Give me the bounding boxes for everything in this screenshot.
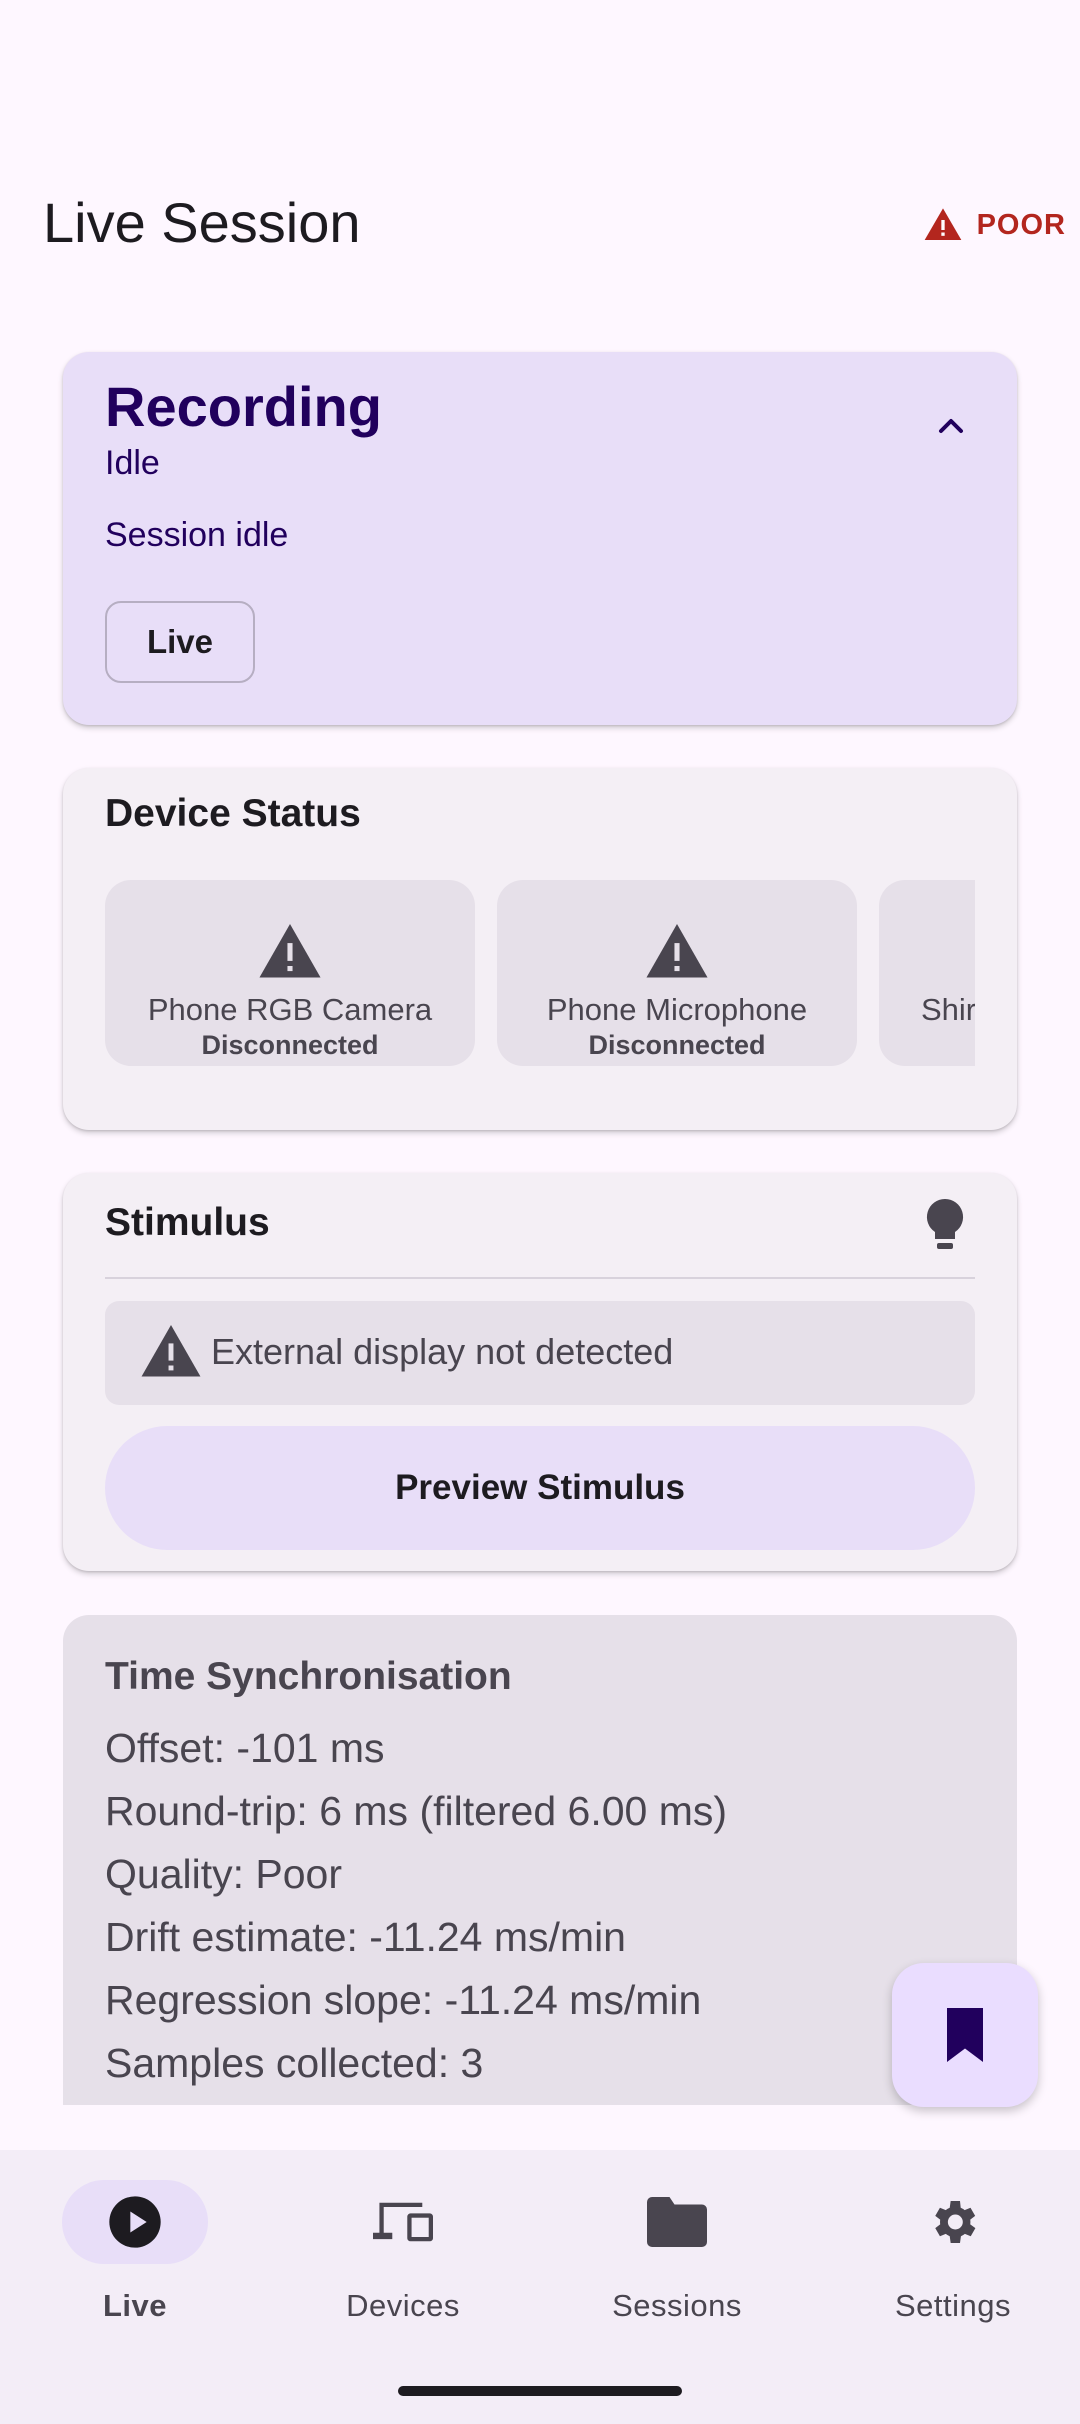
nav-item-live[interactable]: Live: [0, 2180, 270, 2340]
time-sync-card: Time Synchronisation Offset: -101 ms Rou…: [63, 1615, 1017, 2105]
nav-label: Settings: [894, 2288, 1011, 2323]
device-tile[interactable]: Phone Microphone Disconnected: [497, 880, 857, 1066]
nav-label: Sessions: [612, 2288, 742, 2323]
page-title: Live Session: [43, 191, 361, 254]
warning-icon: [141, 1325, 201, 1377]
time-sync-title: Time Synchronisation: [105, 1655, 512, 1698]
device-name: Shir: [921, 992, 975, 1027]
divider: [105, 1277, 975, 1279]
preview-stimulus-button[interactable]: Preview Stimulus: [105, 1426, 975, 1550]
chevron-up-icon: [939, 419, 963, 433]
collapse-button[interactable]: [927, 402, 975, 450]
bookmark-icon: [947, 2008, 983, 2062]
devices-icon: [373, 2202, 433, 2242]
nav-item-sessions[interactable]: Sessions: [542, 2180, 812, 2340]
device-status: Disconnected: [588, 1030, 766, 1060]
stimulus-title: Stimulus: [105, 1201, 270, 1244]
warning-text: External display not detected: [211, 1331, 674, 1372]
device-name: Phone RGB Camera: [147, 992, 433, 1027]
device-name: Phone Microphone: [546, 992, 808, 1027]
nav-item-settings[interactable]: Settings: [818, 2180, 1080, 2340]
device-tile[interactable]: Shir: [879, 880, 975, 1066]
display-warning: External display not detected: [105, 1301, 975, 1405]
device-list[interactable]: Phone RGB Camera Disconnected Phone Micr…: [105, 880, 975, 1098]
warning-icon: [646, 924, 708, 978]
warning-icon: [259, 924, 321, 978]
sync-quality-indicator[interactable]: POOR: [923, 205, 1066, 245]
nav-item-devices[interactable]: Devices: [268, 2180, 538, 2340]
regression-slope-text: Regression slope: -11.24 ms/min: [105, 1977, 702, 2023]
samples-text: Samples collected: 3: [105, 2040, 484, 2086]
round-trip-text: Round-trip: 6 ms (filtered 6.00 ms): [105, 1788, 728, 1834]
folder-icon: [647, 2197, 707, 2247]
nav-label: Live: [102, 2288, 168, 2323]
live-mode-button[interactable]: Live: [105, 601, 255, 683]
recording-title: Recording: [105, 375, 382, 438]
play-circle-icon: [109, 2196, 161, 2248]
nav-label: Devices: [346, 2288, 460, 2323]
device-status-title: Device Status: [105, 792, 361, 835]
recording-state: Idle: [105, 444, 160, 482]
device-tile[interactable]: Phone RGB Camera Disconnected: [105, 880, 475, 1066]
home-indicator[interactable]: [398, 2386, 682, 2396]
bottom-navigation: Live Devices Sessions Settings: [0, 2150, 1080, 2424]
lightbulb-icon[interactable]: [921, 1197, 969, 1257]
device-status: Disconnected: [201, 1030, 379, 1060]
status-bar: [0, 0, 1080, 130]
quality-text: Quality: Poor: [105, 1851, 342, 1897]
bookmark-fab[interactable]: [892, 1963, 1038, 2107]
drift-text: Drift estimate: -11.24 ms/min: [105, 1914, 626, 1960]
quality-label: POOR: [976, 208, 1066, 241]
device-status-card: Device Status Phone RGB Camera Disconnec…: [63, 768, 1017, 1130]
offset-text: Offset: -101 ms: [105, 1725, 385, 1771]
warning-icon: [924, 208, 961, 240]
recording-card: Recording Idle Session idle Live: [63, 352, 1017, 725]
gear-icon: [935, 2201, 976, 2243]
stimulus-card: Stimulus External display not detected P…: [63, 1173, 1017, 1571]
recording-message: Session idle: [105, 516, 289, 554]
